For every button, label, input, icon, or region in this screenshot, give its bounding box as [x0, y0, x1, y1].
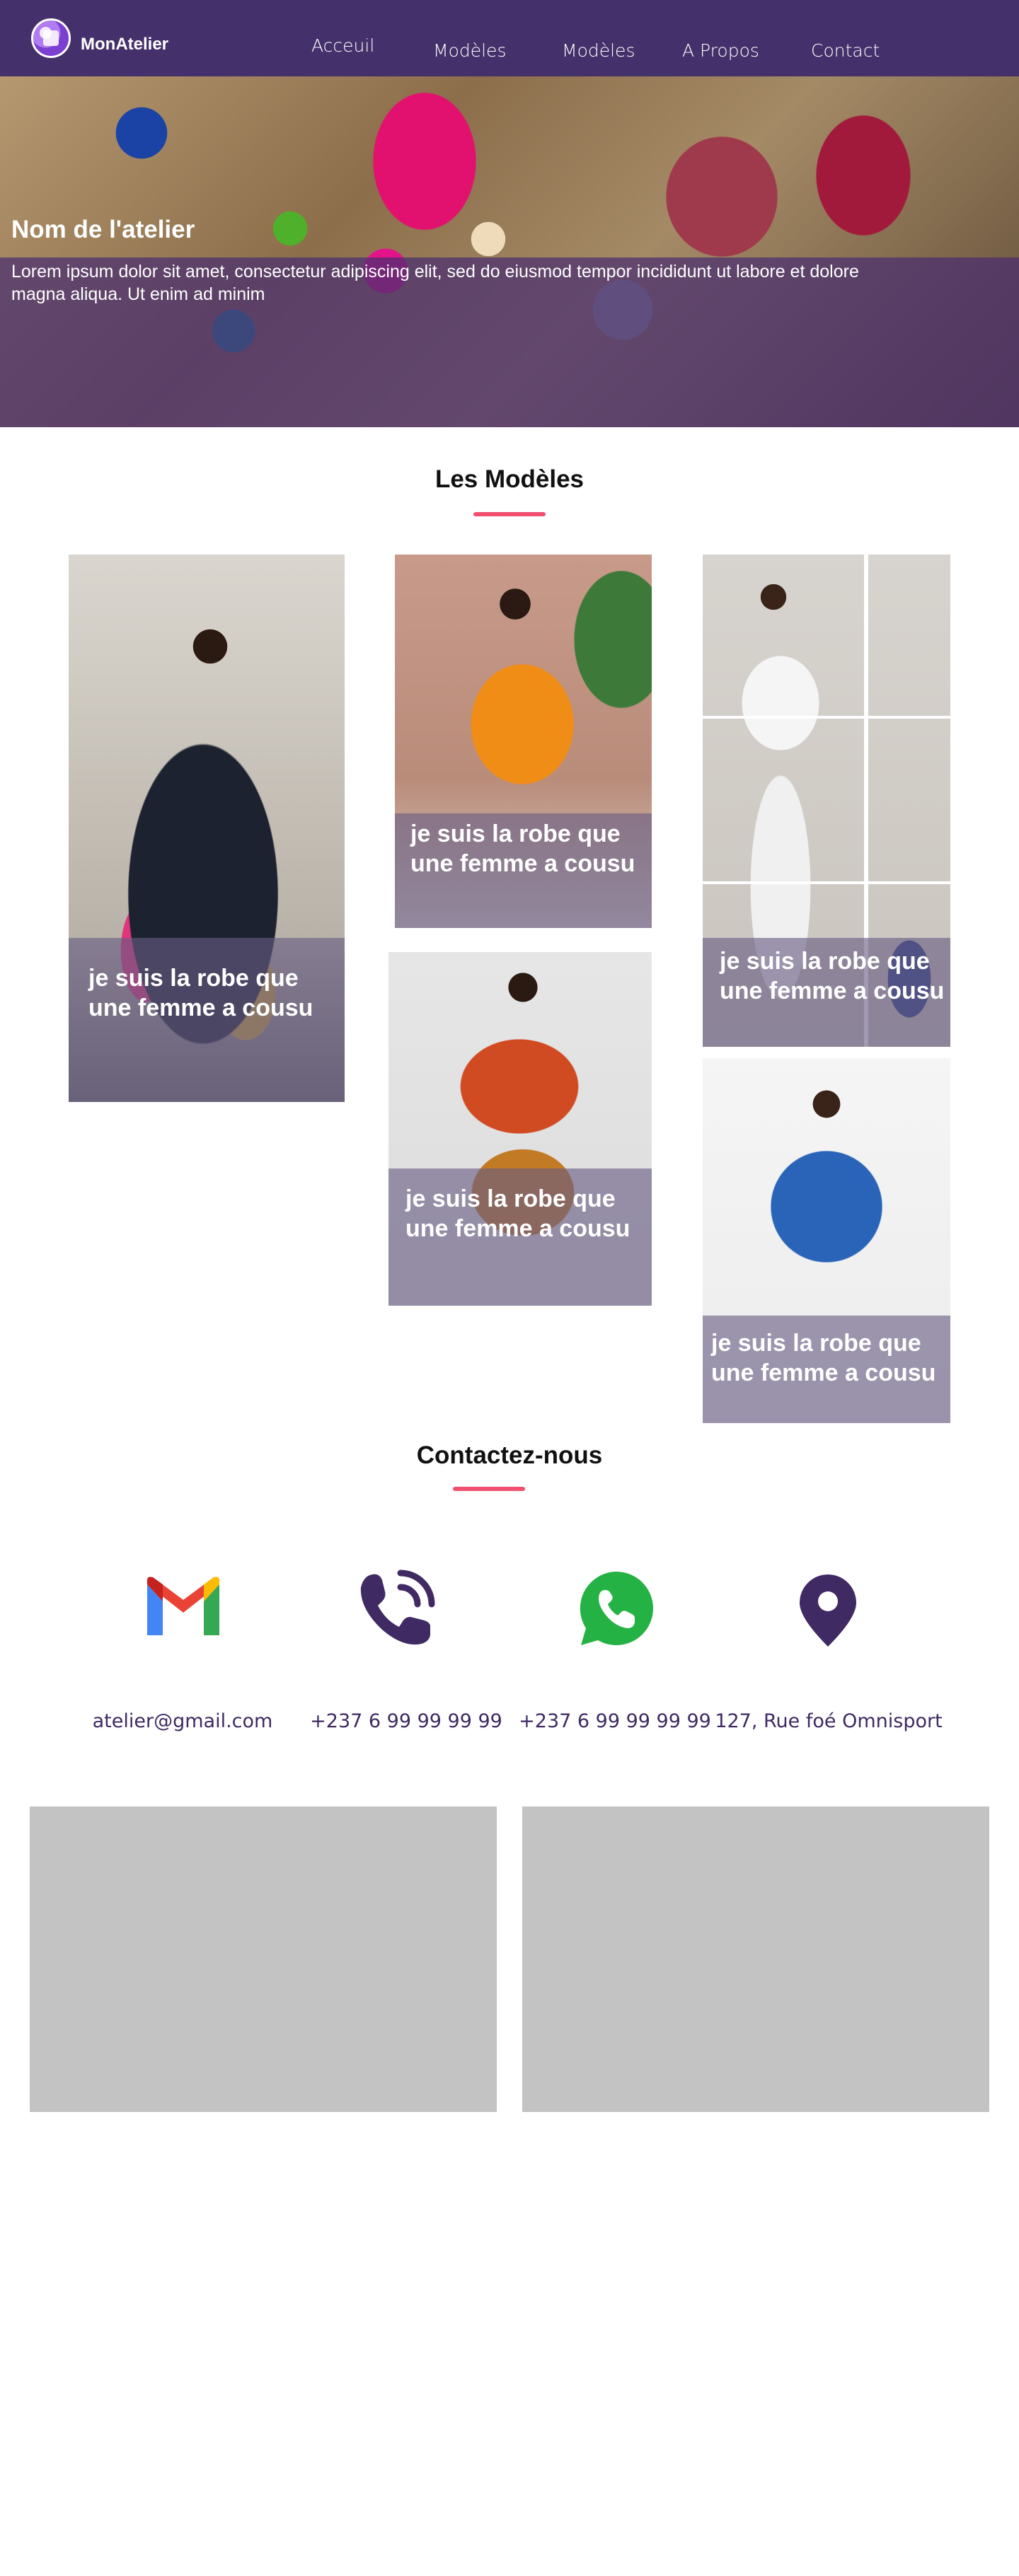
model-card-4[interactable]: je suis la robe que une femme a cousu — [703, 555, 950, 1047]
nav-link-contact[interactable]: Contact — [811, 40, 880, 61]
brand-name[interactable]: MonAtelier — [81, 35, 168, 54]
models-title-underline — [473, 512, 546, 516]
gmail-icon[interactable] — [144, 1576, 222, 1640]
whatsapp-icon[interactable] — [577, 1569, 656, 1648]
model-caption-box-5: je suis la robe que une femme a cousu — [703, 1316, 950, 1423]
contact-section-title: Contactez-nous — [416, 1441, 603, 1469]
map-placeholder-left — [30, 1806, 497, 2112]
model-caption-box-4: je suis la robe que une femme a cousu — [703, 938, 950, 1047]
model-caption-5: je suis la robe que une femme a cousu — [711, 1330, 936, 1386]
contact-whatsapp-text[interactable]: +237 6 99 99 99 99 — [502, 1710, 728, 1732]
contact-address-text: 127, Rue foé Omnisport — [715, 1710, 943, 1732]
contact-email-text[interactable]: atelier@gmail.com — [69, 1710, 296, 1732]
model-card-5[interactable]: je suis la robe que une femme a cousu — [703, 1058, 950, 1423]
location-pin-icon[interactable] — [797, 1572, 859, 1649]
logo-icon[interactable] — [31, 18, 71, 58]
nav-link-modeles[interactable]: Modèles — [433, 40, 506, 61]
top-navbar: MonAtelier Acceuil Modèles Modèles A Pro… — [0, 0, 1019, 76]
contact-phone-text[interactable]: +237 6 99 99 99 99 — [293, 1710, 519, 1732]
model-card-2[interactable]: je suis la robe que une femme a cousu — [395, 555, 652, 928]
model-card-3[interactable]: je suis la robe que une femme a cousu — [388, 952, 652, 1306]
contact-title-underline — [453, 1487, 525, 1491]
hero-title: Nom de l'atelier — [11, 216, 195, 243]
nav-link-a-propos[interactable]: A Propos — [682, 40, 759, 61]
model-caption-box-3: je suis la robe que une femme a cousu — [388, 1168, 652, 1306]
nav-link-modeles-2[interactable]: Modèles — [562, 40, 635, 61]
nav-link-accueil[interactable]: Acceuil — [311, 35, 374, 56]
model-card-1[interactable]: je suis la robe que une femme a cousu — [69, 555, 345, 1102]
model-caption-box-1: je suis la robe que une femme a cousu — [69, 938, 345, 1102]
hero-banner — [0, 76, 1019, 427]
hero-description: Lorem ipsum dolor sit amet, consectetur … — [11, 262, 859, 304]
model-caption-box-2: je suis la robe que une femme a cousu — [395, 813, 652, 928]
model-caption-2: je suis la robe que une femme a cousu — [410, 820, 635, 877]
model-caption-1: je suis la robe que une femme a cousu — [88, 965, 313, 1021]
map-placeholder-right — [522, 1806, 989, 2112]
model-caption-4: je suis la robe que une femme a cousu — [720, 948, 945, 1004]
models-section-title: Les Modèles — [434, 465, 585, 493]
phone-icon[interactable] — [354, 1566, 439, 1651]
model-caption-3: je suis la robe que une femme a cousu — [405, 1185, 631, 1242]
